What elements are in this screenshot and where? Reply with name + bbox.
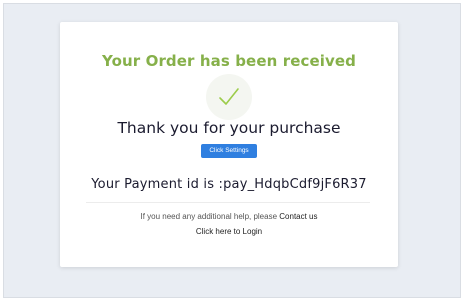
login-link[interactable]: Click here to Login <box>60 227 398 236</box>
payment-id-text: Your Payment id is :pay_HdqbCdf9jF6R37 <box>91 177 367 192</box>
thank-you-heading: Thank you for your purchase <box>117 119 341 137</box>
help-text: If you need any additional help, please <box>140 212 278 221</box>
contact-us-link[interactable]: Contact us <box>279 212 317 221</box>
order-received-title: Your Order has been received <box>102 52 356 70</box>
divider <box>86 202 370 203</box>
success-badge <box>206 74 252 120</box>
checkmark-icon <box>219 88 239 105</box>
help-line: If you need any additional help, please … <box>60 212 398 221</box>
click-settings-button[interactable]: Click Settings <box>201 144 257 158</box>
order-confirmation-card: Your Order has been received Thank you f… <box>60 22 398 267</box>
